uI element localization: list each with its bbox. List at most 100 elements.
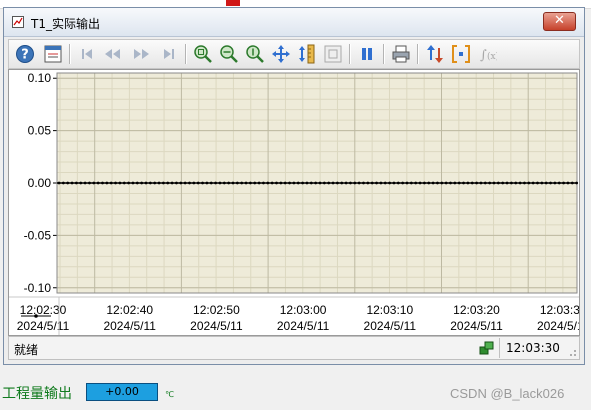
trend-chart[interactable]: 0.10 0.05 0.00 -0.05 -0.10 12:02:30 2024/5/11 1… xyxy=(9,70,579,335)
series-point xyxy=(540,181,544,185)
series-point xyxy=(270,181,274,185)
series-point xyxy=(135,181,139,185)
series-point xyxy=(557,181,561,185)
series-point xyxy=(192,181,196,185)
series-point xyxy=(379,181,383,185)
series-point xyxy=(336,181,339,185)
series-point xyxy=(288,181,291,185)
series-point xyxy=(431,181,435,185)
x-tick-time-label: 12:02:50 xyxy=(193,303,240,317)
go-first-icon xyxy=(82,49,92,59)
series-point xyxy=(549,181,552,185)
swap-axes-button[interactable] xyxy=(423,43,447,65)
formula-button[interactable]: ∫(x) xyxy=(475,43,499,65)
series-point xyxy=(153,181,157,185)
background-red-mark xyxy=(226,0,240,6)
series-point xyxy=(296,181,300,185)
series-point xyxy=(57,181,61,185)
zoom-vertical-button[interactable] xyxy=(243,43,267,65)
trend-window: T1_实际输出 ✕ ? ∫(x) 0.10 0.05 0.00 -0.05 -0.10 1… xyxy=(3,7,585,365)
zoom-box-button[interactable] xyxy=(191,43,215,65)
series-point xyxy=(405,181,409,185)
series-point xyxy=(227,181,231,185)
go-last-button[interactable] xyxy=(157,43,181,65)
series-point xyxy=(292,181,296,185)
help-button[interactable]: ? xyxy=(13,43,37,65)
series-point xyxy=(496,181,500,185)
x-tick-time-label: 12:03:20 xyxy=(453,303,500,317)
formula-icon: ∫(x) xyxy=(480,48,497,63)
series-point xyxy=(401,181,405,185)
pause-button[interactable] xyxy=(355,43,379,65)
series-point xyxy=(183,181,187,185)
x-tick-date-label: 2024/5/11 xyxy=(190,319,243,333)
series-point xyxy=(466,181,470,185)
series-point xyxy=(331,181,335,185)
toolbar: ? ∫(x) xyxy=(8,39,580,69)
x-tick-date-label: 2024/5/11 xyxy=(537,319,579,333)
series-point xyxy=(423,181,426,185)
series-point xyxy=(96,181,100,185)
series-point xyxy=(366,181,370,185)
series-point xyxy=(553,181,557,185)
y-tick-label: 0.10 xyxy=(28,71,52,85)
series-point xyxy=(470,181,474,185)
properties-button[interactable] xyxy=(41,43,65,65)
x-tick-date-label: 2024/5/11 xyxy=(17,319,70,333)
pan-icon xyxy=(272,45,290,63)
series-point xyxy=(414,181,418,185)
series-point xyxy=(66,181,70,185)
series-point xyxy=(449,181,452,185)
series-point xyxy=(510,181,513,185)
series-point xyxy=(79,181,83,185)
series-point xyxy=(253,181,257,185)
output-value: +0.00 xyxy=(105,385,139,398)
close-button[interactable]: ✕ xyxy=(543,12,576,31)
series-point xyxy=(109,181,113,185)
trend-plot[interactable]: 0.10 0.05 0.00 -0.05 -0.10 12:02:30 2024/5/11 1… xyxy=(8,69,580,336)
go-last-icon xyxy=(164,49,174,59)
trend-chart-icon xyxy=(12,16,24,28)
pan-button[interactable] xyxy=(269,43,293,65)
series-point xyxy=(314,181,318,185)
resize-grip-icon[interactable] xyxy=(567,347,577,357)
output-value-display[interactable]: +0.00 xyxy=(86,383,158,401)
series-point xyxy=(523,181,526,185)
series-point xyxy=(201,181,204,185)
series-point xyxy=(127,181,130,185)
series-point xyxy=(362,181,365,185)
series-point xyxy=(196,181,200,185)
series-point xyxy=(283,181,287,185)
cursor-icon xyxy=(452,45,470,63)
watermark: CSDN @B_lack026 xyxy=(450,386,565,401)
fast-forward-button[interactable] xyxy=(129,43,153,65)
series-point xyxy=(479,181,483,185)
scale-button[interactable] xyxy=(295,43,319,65)
series-point xyxy=(322,181,326,185)
print-button[interactable] xyxy=(389,43,413,65)
series-point xyxy=(457,181,461,185)
zoom-vertical-icon xyxy=(246,45,264,63)
status-time: 12:03:30 xyxy=(499,338,569,358)
series-point xyxy=(279,181,283,185)
go-first-button[interactable] xyxy=(75,43,99,65)
series-point xyxy=(527,181,531,185)
series-point xyxy=(392,181,396,185)
zoom-horizontal-button[interactable] xyxy=(217,43,241,65)
y-tick-label: 0.05 xyxy=(28,124,52,138)
rewind-button[interactable] xyxy=(101,43,125,65)
rewind-icon xyxy=(105,49,120,59)
series-point xyxy=(244,181,248,185)
series-point xyxy=(249,181,252,185)
series-point xyxy=(483,181,487,185)
title-bar[interactable]: T1_实际输出 ✕ xyxy=(4,8,584,37)
series-point xyxy=(179,181,183,185)
y-tick-label: -0.10 xyxy=(24,281,52,295)
series-point xyxy=(166,181,170,185)
properties-icon xyxy=(44,45,62,63)
cursor-button[interactable] xyxy=(449,43,473,65)
status-text: 就绪 xyxy=(14,343,39,357)
reset-button[interactable] xyxy=(321,43,345,65)
series-point xyxy=(170,181,174,185)
y-tick-label: -0.05 xyxy=(24,228,52,242)
